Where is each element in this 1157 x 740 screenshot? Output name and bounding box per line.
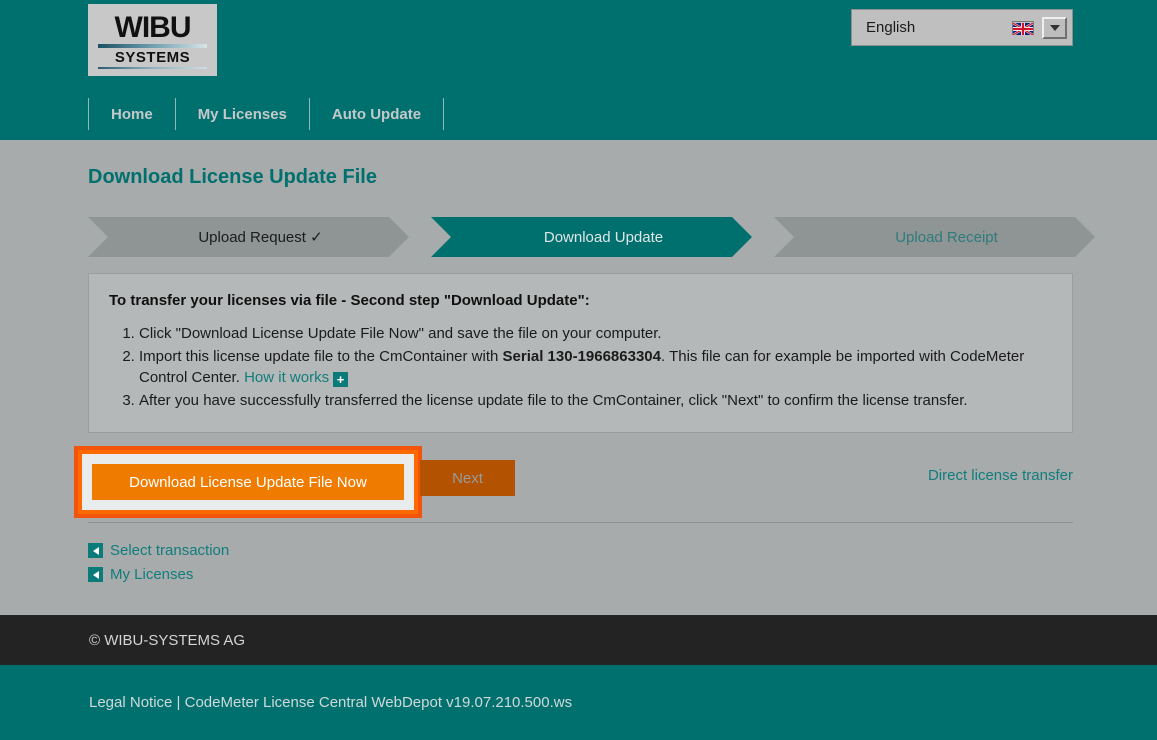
language-dropdown-button[interactable]	[1042, 16, 1067, 39]
instruction-item-2: Import this license update file to the C…	[139, 346, 1052, 389]
progress-steps: Upload Request ✓ Download Update Upload …	[88, 217, 1095, 257]
download-button-highlight: Download License Update File Now	[74, 446, 422, 518]
footer-copyright-bar: © WIBU-SYSTEMS AG	[0, 615, 1157, 665]
backlink-my-licenses-label: My Licenses	[110, 566, 194, 583]
page-title: Download License Update File	[88, 166, 377, 188]
uk-flag-icon	[1012, 20, 1034, 36]
arrow-left-icon	[88, 543, 103, 558]
nav-item-my-licenses[interactable]: My Licenses	[176, 96, 309, 132]
chevron-down-icon	[1049, 24, 1060, 31]
logo-divider-bar	[98, 43, 207, 48]
logo-underline-bar	[98, 66, 207, 69]
site-header: WIBU SYSTEMS English Home My Licenses Au…	[0, 0, 1157, 140]
footer-legal-bar: Legal Notice | CodeMeter License Central…	[0, 665, 1157, 740]
logo-systems-text: SYSTEMS	[114, 48, 191, 66]
logo-wibu-text: WIBU	[114, 10, 192, 44]
instruction-text-3: After you have successfully transferred …	[139, 391, 968, 409]
instruction-item-3: After you have successfully transferred …	[139, 390, 1052, 412]
footer-legal-inner: Legal Notice | CodeMeter License Central…	[89, 694, 572, 711]
backlink-my-licenses[interactable]: My Licenses	[88, 566, 229, 583]
back-navigation-links: Select transaction My Licenses	[88, 542, 229, 590]
step-download-update[interactable]: Download Update	[431, 217, 752, 257]
download-button-highlight-inner: Download License Update File Now	[82, 454, 414, 510]
download-license-update-file-button[interactable]: Download License Update File Now	[92, 464, 404, 500]
backlink-select-transaction[interactable]: Select transaction	[88, 542, 229, 559]
arrow-left-icon	[88, 567, 103, 582]
language-selector[interactable]: English	[851, 9, 1073, 46]
step-upload-request[interactable]: Upload Request ✓	[88, 217, 409, 257]
instructions-list: Click "Download License Update File Now"…	[109, 323, 1052, 411]
backlink-select-transaction-label: Select transaction	[110, 542, 230, 559]
wibu-systems-logo[interactable]: WIBU SYSTEMS	[88, 4, 217, 76]
webdepot-version-text: CodeMeter License Central WebDepot v19.0…	[184, 694, 573, 711]
main-content: Download License Update File Upload Requ…	[0, 140, 1157, 615]
legal-notice-link[interactable]: Legal Notice	[89, 694, 172, 711]
nav-item-auto-update[interactable]: Auto Update	[310, 96, 443, 132]
instruction-item-1: Click "Download License Update File Now"…	[139, 323, 1052, 345]
next-button[interactable]: Next	[420, 460, 515, 496]
footer-separator: |	[172, 694, 185, 711]
action-buttons-row: Download License Update File Now Next Di…	[74, 446, 1073, 518]
cmcontainer-serial: Serial 130-1966863304	[502, 347, 661, 365]
step-upload-receipt[interactable]: Upload Receipt	[774, 217, 1095, 257]
plus-expand-icon[interactable]: +	[333, 372, 349, 387]
nav-item-home[interactable]: Home	[89, 96, 175, 132]
nav-divider	[443, 98, 445, 130]
how-it-works-link[interactable]: How it works	[244, 369, 329, 386]
instruction-text-1: Click "Download License Update File Now"…	[139, 325, 662, 342]
copyright-text: © WIBU-SYSTEMS AG	[89, 631, 246, 649]
main-navigation: Home My Licenses Auto Update	[88, 96, 445, 132]
instructions-title: To transfer your licenses via file - Sec…	[109, 292, 590, 309]
instructions-panel: To transfer your licenses via file - Sec…	[88, 273, 1073, 433]
language-selected-label: English	[866, 19, 916, 36]
content-divider	[88, 522, 1073, 523]
direct-license-transfer-link[interactable]: Direct license transfer	[928, 467, 1073, 484]
instruction-text-2-pre: Import this license update file to the C…	[139, 347, 503, 365]
